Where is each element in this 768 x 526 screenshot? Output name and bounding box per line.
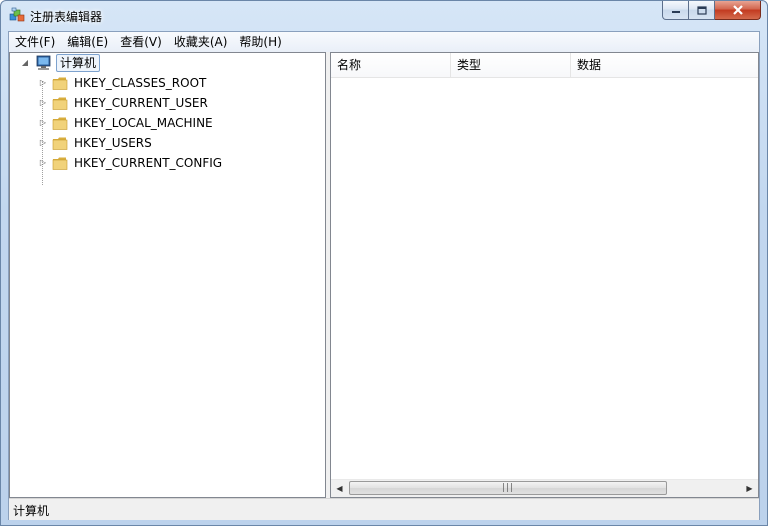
scroll-left-icon: ◀ [336,484,343,493]
folder-icon [52,117,68,130]
maximize-button[interactable] [689,1,715,20]
horizontal-scrollbar[interactable]: ◀ ||| ▶ [331,479,758,497]
close-icon [732,5,743,15]
folder-icon [52,97,68,110]
folder-icon [52,157,68,170]
expand-arrow-icon[interactable]: ▷ [38,158,48,168]
expand-arrow-icon[interactable]: ▷ [38,118,48,128]
menu-view[interactable]: 查看(V) [114,33,168,51]
expand-arrow-icon[interactable]: ▷ [38,78,48,88]
tree-item-label: HKEY_CURRENT_CONFIG [74,156,223,170]
tree-guide-line [42,81,43,185]
tree-item-label: 计算机 [56,54,101,72]
scroll-left-button[interactable]: ◀ [331,480,348,497]
menu-bar: 文件(F) 编辑(E) 查看(V) 收藏夹(A) 帮助(H) [9,32,759,53]
scrollbar-thumb[interactable]: ||| [349,481,667,495]
minimize-button[interactable] [662,1,689,20]
folder-icon [52,77,68,90]
column-headers: 名称 类型 数据 [331,53,758,78]
folder-icon [52,137,68,150]
tree-item-label: HKEY_CLASSES_ROOT [74,76,207,90]
expand-arrow-icon[interactable]: ▷ [38,98,48,108]
client-area: 文件(F) 编辑(E) 查看(V) 收藏夹(A) 帮助(H) ◢ 计算机 ▷ H… [8,31,760,520]
registry-editor-window: 注册表编辑器 文件(F) 编辑(E) 查看(V) 收藏夹(A) 帮助(H) ◢ [0,0,768,526]
title-bar[interactable]: 注册表编辑器 [1,1,767,31]
values-list-pane[interactable]: 名称 类型 数据 ◀ ||| ▶ [330,52,759,498]
status-path: 计算机 [13,504,50,518]
grip-icon: ||| [501,483,515,493]
tree-item-label: HKEY_CURRENT_USER [74,96,208,110]
menu-favorites[interactable]: 收藏夹(A) [168,33,234,51]
registry-editor-icon [9,7,25,22]
scroll-right-button[interactable]: ▶ [741,480,758,497]
window-title: 注册表编辑器 [30,10,103,24]
maximize-icon [696,5,707,15]
caption-buttons [662,1,761,21]
tree-pane[interactable]: ◢ 计算机 ▷ HKEY_CLASSES_ROOT ▷ HKEY_CURRENT… [9,52,326,498]
minimize-icon [671,11,680,13]
tree-item-label: HKEY_LOCAL_MACHINE [74,116,213,130]
expand-arrow-icon[interactable]: ▷ [38,138,48,148]
scroll-right-icon: ▶ [746,484,753,493]
column-header-data[interactable]: 数据 [571,53,758,77]
menu-file[interactable]: 文件(F) [9,33,61,51]
status-bar: 计算机 [9,498,759,520]
computer-icon [36,55,51,70]
collapse-arrow-icon[interactable]: ◢ [20,58,30,68]
column-header-name[interactable]: 名称 [331,53,451,77]
close-button[interactable] [715,1,761,20]
menu-help[interactable]: 帮助(H) [233,33,287,51]
column-header-type[interactable]: 类型 [451,53,571,77]
tree-item-label: HKEY_USERS [74,136,152,150]
menu-edit[interactable]: 编辑(E) [61,33,114,51]
